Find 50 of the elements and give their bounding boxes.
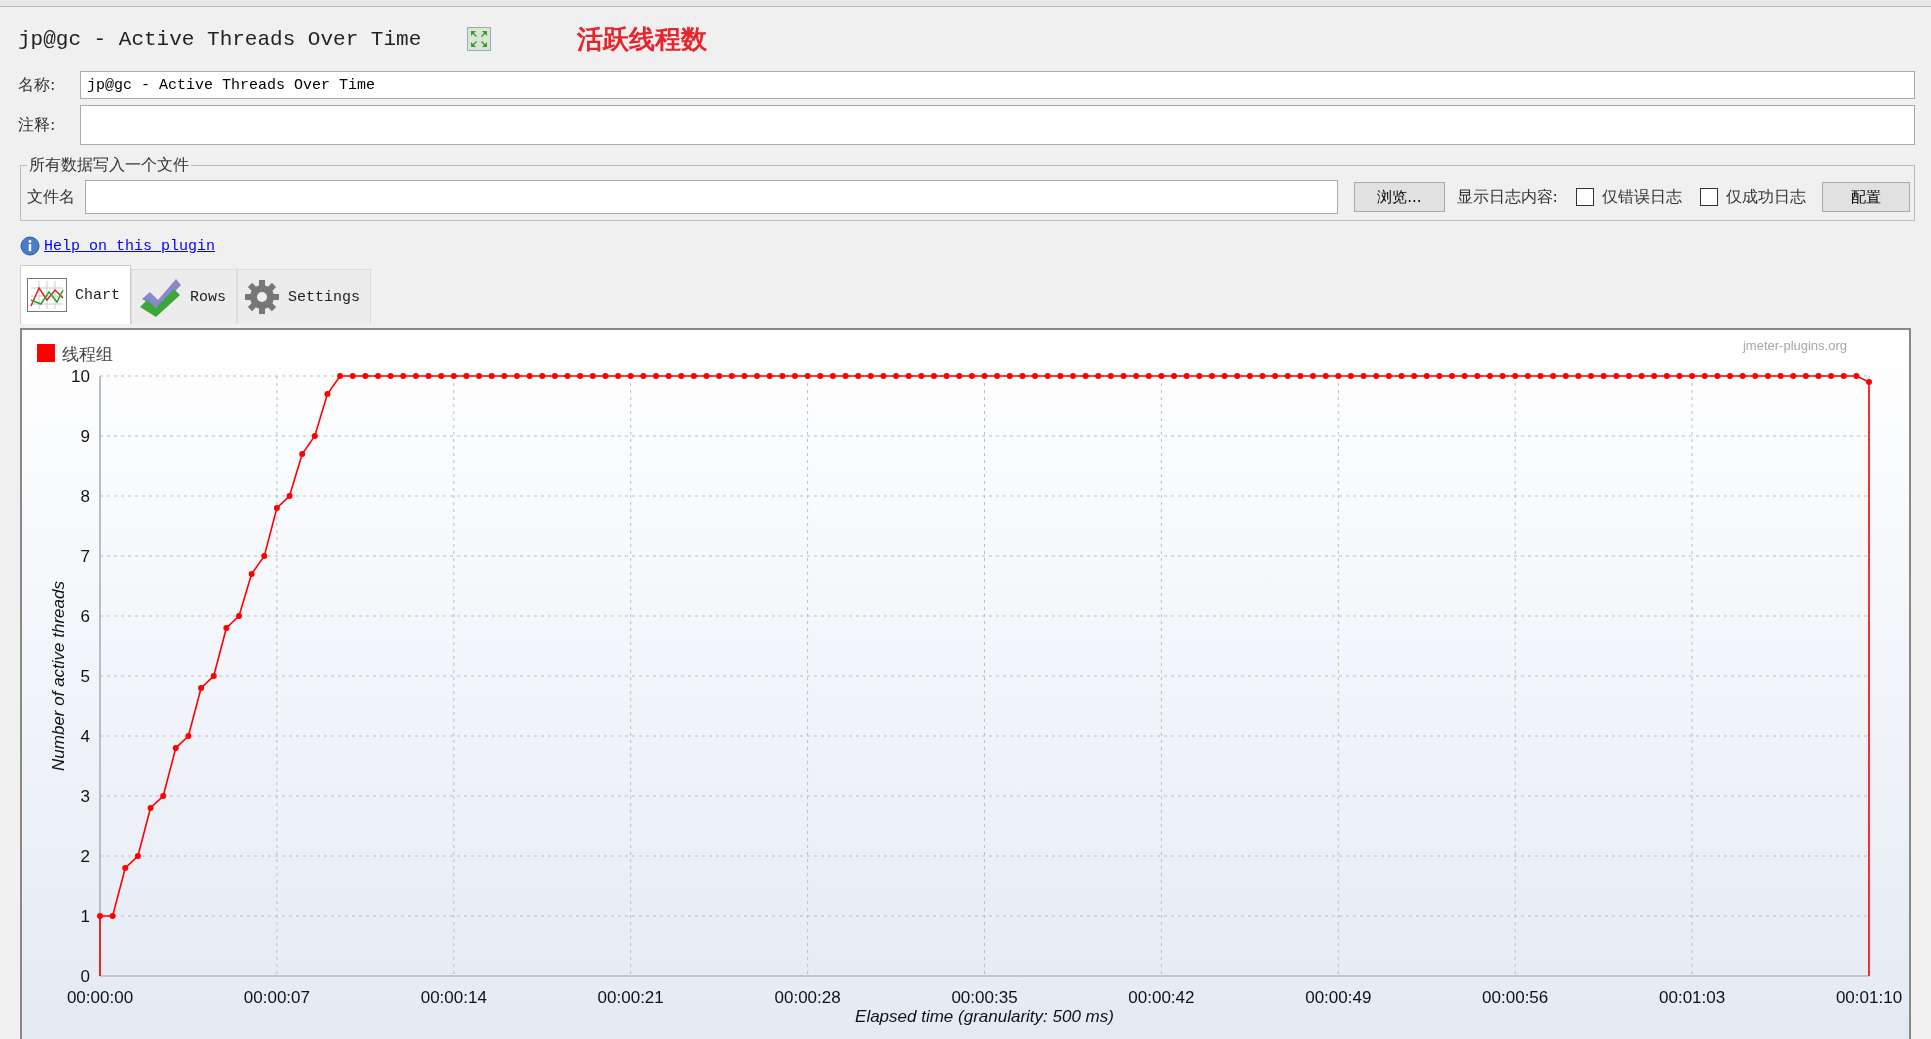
help-link[interactable]: Help on this plugin — [44, 237, 216, 255]
log-label: 显示日志内容: — [1456, 186, 1558, 208]
y-tick-label: 10 — [71, 367, 90, 386]
x-tick-label: 00:00:21 — [597, 988, 664, 1007]
y-axis-title: Number of active threads — [49, 581, 68, 771]
legend-label: 线程组 — [62, 344, 113, 364]
y-tick-label: 0 — [80, 967, 90, 986]
name-field[interactable]: jp@gc - Active Threads Over Time — [80, 71, 1915, 99]
y-tick-label: 6 — [80, 607, 90, 626]
x-axis-title: Elapsed time (granularity: 500 ms) — [855, 1007, 1114, 1026]
filename-field[interactable] — [85, 180, 1339, 214]
x-tick-label: 00:00:07 — [243, 988, 310, 1007]
comment-field[interactable] — [80, 105, 1915, 145]
checkbox[interactable] — [1576, 188, 1594, 206]
y-tick-label: 1 — [80, 907, 90, 926]
y-tick-label: 8 — [80, 487, 90, 506]
checkbox-label: 仅成功日志 — [1726, 186, 1806, 208]
tab[interactable]: Rows — [131, 269, 238, 324]
x-tick-label: 00:00:56 — [1482, 988, 1549, 1007]
x-tick-label: 00:00:28 — [774, 988, 841, 1007]
panel-title: jp@gc - Active Threads Over Time — [18, 27, 422, 51]
name-label: 名称: — [18, 74, 57, 96]
comment-label: 注释: — [18, 114, 57, 136]
y-tick-label: 3 — [80, 787, 90, 806]
browse-button[interactable]: 浏览... — [1354, 182, 1445, 212]
x-tick-label: 00:00:35 — [951, 988, 1018, 1007]
checkbox-label: 仅错误日志 — [1602, 186, 1682, 208]
y-tick-label: 9 — [80, 427, 90, 446]
line-chart-icon — [27, 278, 67, 312]
x-tick-label: 00:00:42 — [1128, 988, 1195, 1007]
info-icon — [20, 236, 40, 256]
x-tick-label: 00:00:14 — [420, 988, 487, 1007]
x-tick-label: 00:00:00 — [66, 988, 134, 1007]
config-button[interactable]: 配置 — [1822, 182, 1910, 212]
x-tick-label: 00:00:49 — [1305, 988, 1372, 1007]
y-tick-label: 4 — [80, 727, 90, 746]
checkbox[interactable] — [1700, 188, 1718, 206]
x-tick-label: 00:01:03 — [1659, 988, 1726, 1007]
annotation-text: 活跃线程数 — [577, 22, 708, 56]
y-tick-label: 7 — [80, 547, 90, 566]
expand-icon[interactable] — [467, 27, 492, 51]
y-tick-label: 2 — [80, 847, 90, 866]
group-title: 所有数据写入一个文件 — [28, 155, 190, 176]
credit-text: jmeter-plugins.org — [1742, 338, 1847, 353]
x-tick-label: 00:01:10 — [1835, 988, 1903, 1007]
gear-icon — [244, 279, 281, 315]
filename-label: 文件名 — [27, 186, 75, 208]
tab[interactable]: Settings — [237, 269, 372, 324]
y-tick-label: 5 — [80, 667, 90, 686]
tab[interactable]: Chart — [20, 265, 131, 324]
